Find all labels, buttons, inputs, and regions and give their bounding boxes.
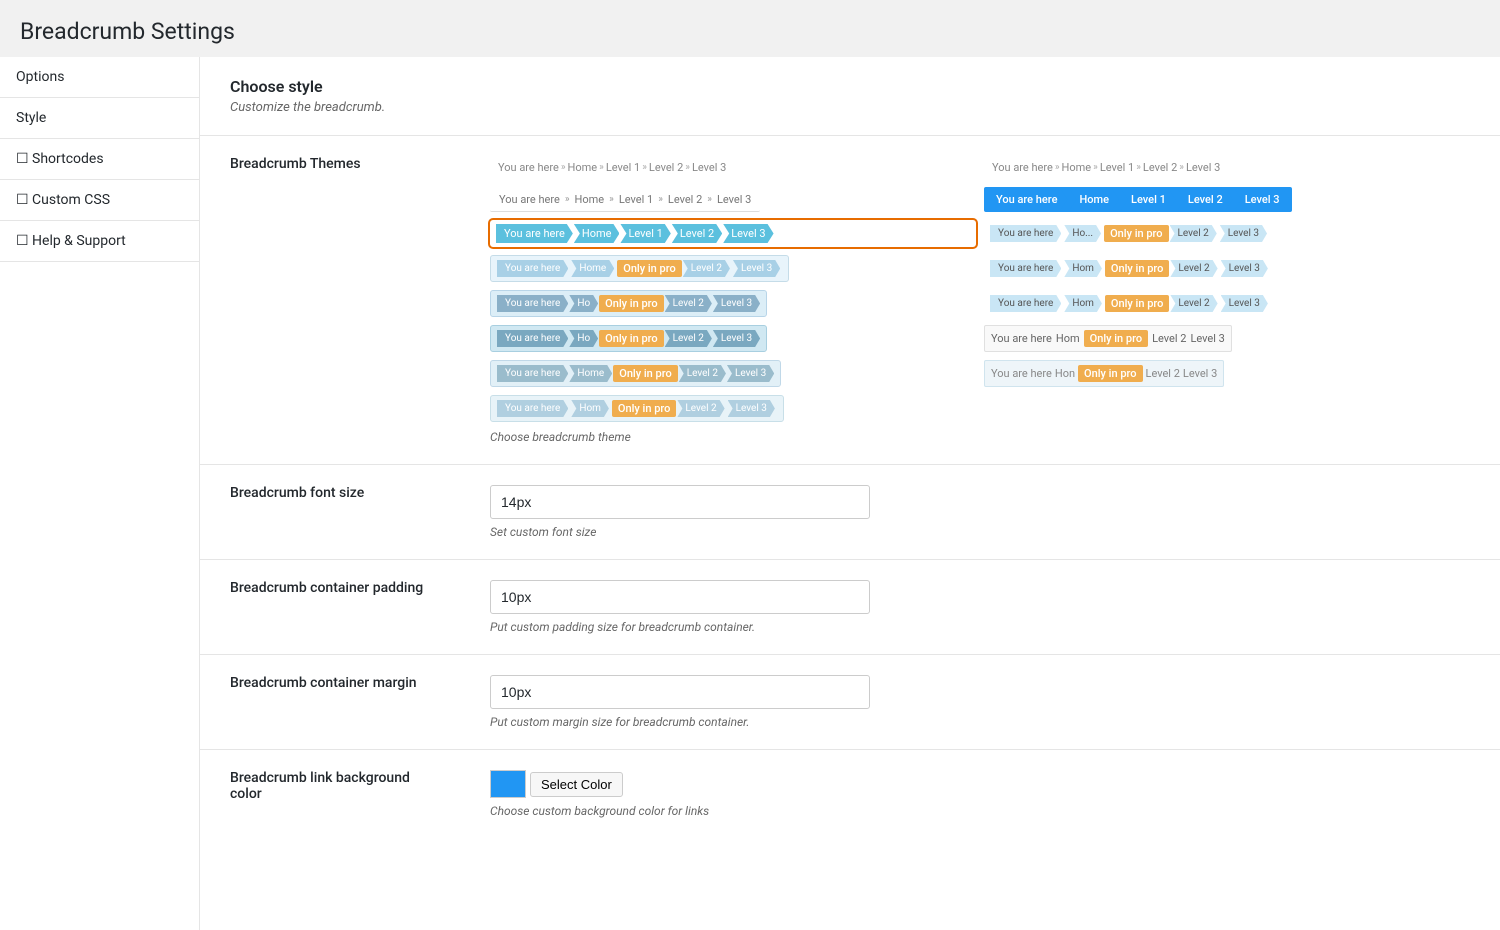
padding-input[interactable]	[490, 580, 870, 614]
themes-grid: You are here » Home » Level 1 » Level 2 …	[490, 156, 1470, 422]
theme-pro-7l[interactable]: You are here Home Only in pro Level 2 Le…	[490, 360, 976, 387]
theme-pro-6l[interactable]: You are here Ho Only in pro Level 2 Leve…	[490, 325, 976, 352]
sidebar-item-custom-css[interactable]: Custom CSS	[0, 180, 199, 221]
theme-blue-arrow-selected[interactable]: You are here Home Level 1 Level 2 Level …	[490, 220, 976, 247]
margin-control: Put custom margin size for breadcrumb co…	[460, 655, 1500, 750]
padding-control: Put custom padding size for breadcrumb c…	[460, 560, 1500, 655]
font-size-input[interactable]	[490, 485, 870, 519]
margin-label: Breadcrumb container margin	[200, 655, 460, 750]
sidebar-item-help-support[interactable]: Help & Support	[0, 221, 199, 262]
theme-pro-8l[interactable]: You are here Hom Only in pro Level 2 Lev…	[490, 395, 976, 422]
theme-pro-5r[interactable]: You are here Hom Only in pro Level 2 Lev…	[984, 290, 1470, 317]
margin-hint: Put custom margin size for breadcrumb co…	[490, 715, 1470, 729]
themes-control: You are here » Home » Level 1 » Level 2 …	[460, 136, 1500, 465]
padding-row: Breadcrumb container padding Put custom …	[200, 560, 1500, 655]
content-area: Choose style Customize the breadcrumb. B…	[200, 57, 1500, 930]
theme-pro-4r[interactable]: You are here Hom Only in pro Level 2 Lev…	[984, 255, 1470, 282]
theme-plain[interactable]: You are here » Home » Level 1 » Level 2 …	[490, 156, 976, 179]
main-layout: Options Style Shortcodes Custom CSS Help…	[0, 57, 1500, 930]
section-subtitle: Customize the breadcrumb.	[230, 100, 1470, 115]
color-hint: Choose custom background color for links	[490, 804, 1470, 818]
themes-label: Breadcrumb Themes	[200, 136, 460, 465]
theme-pro-7r[interactable]: You are here Hon Only in pro Level 2 Lev…	[984, 360, 1470, 387]
padding-hint: Put custom padding size for breadcrumb c…	[490, 620, 1470, 634]
sidebar-item-shortcodes[interactable]: Shortcodes	[0, 139, 199, 180]
section-header: Choose style Customize the breadcrumb.	[200, 57, 1500, 115]
section-title: Choose style	[230, 77, 1470, 96]
theme-plain-2[interactable]: You are here » Home » Level 1 » Level 2 …	[984, 156, 1470, 179]
sidebar-item-style[interactable]: Style	[0, 98, 199, 139]
margin-row: Breadcrumb container margin Put custom m…	[200, 655, 1500, 750]
font-size-hint: Set custom font size	[490, 525, 1470, 539]
theme-pro-6r[interactable]: You are here Hom Only in pro Level 2 Lev…	[984, 325, 1470, 352]
theme-light-arrow-pro-1[interactable]: You are here Ho... Only in pro Level 2 L…	[984, 220, 1470, 247]
font-size-label: Breadcrumb font size	[200, 465, 460, 560]
themes-hint: Choose breadcrumb theme	[490, 430, 1470, 444]
color-picker-wrapper: Select Color	[490, 770, 1470, 798]
padding-label: Breadcrumb container padding	[200, 560, 460, 655]
color-control: Select Color Choose custom background co…	[460, 750, 1500, 839]
color-row: Breadcrumb link background color Select …	[200, 750, 1500, 839]
font-size-row: Breadcrumb font size Set custom font siz…	[200, 465, 1500, 560]
page-wrapper: Breadcrumb Settings Options Style Shortc…	[0, 0, 1500, 930]
themes-row: Breadcrumb Themes You are here » Home »	[200, 136, 1500, 465]
theme-pro-5l[interactable]: You are here Ho Only in pro Level 2 Leve…	[490, 290, 976, 317]
theme-blue-filled[interactable]: You are here Home Level 1 Level 2 Level …	[984, 187, 1470, 212]
theme-empty	[984, 395, 1470, 422]
font-size-control: Set custom font size	[460, 465, 1500, 560]
sidebar-item-options[interactable]: Options	[0, 57, 199, 98]
settings-table: Breadcrumb Themes You are here » Home »	[200, 135, 1500, 838]
margin-input[interactable]	[490, 675, 870, 709]
sidebar: Options Style Shortcodes Custom CSS Help…	[0, 57, 200, 930]
color-label: Breadcrumb link background color	[200, 750, 460, 839]
select-color-button[interactable]: Select Color	[530, 772, 623, 797]
page-title: Breadcrumb Settings	[0, 0, 1500, 57]
color-swatch[interactable]	[490, 770, 526, 798]
theme-pro-4l[interactable]: You are here Home Only in pro Level 2 Le…	[490, 255, 976, 282]
theme-underline[interactable]: You are here » Home » Level 1 » Level 2 …	[490, 187, 976, 212]
